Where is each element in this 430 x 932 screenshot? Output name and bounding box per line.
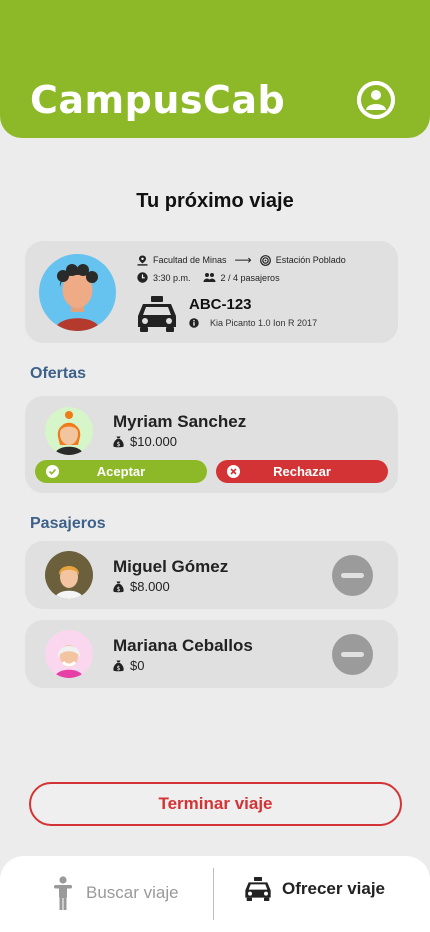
- reject-button[interactable]: Rechazar: [216, 460, 388, 483]
- passengers-label: Pasajeros: [30, 515, 106, 532]
- svg-text:$: $: [117, 586, 121, 593]
- money-bag-icon: $: [113, 660, 124, 672]
- offer-price: $ $10.000: [113, 434, 177, 449]
- nav-search-trip[interactable]: Buscar viaje: [52, 876, 179, 910]
- profile-button[interactable]: [357, 81, 395, 119]
- trip-origin: Facultad de Minas: [153, 255, 227, 265]
- trip-seats: 2 / 4 pasajeros: [220, 272, 280, 283]
- avatar: [45, 630, 93, 678]
- car-model: Kia Picanto 1.0 Ion R 2017: [210, 318, 318, 328]
- trip-destination: Estación Poblado: [275, 255, 346, 265]
- money-bag-icon: $: [113, 436, 124, 448]
- passenger-name: Miguel Gómez: [113, 557, 229, 576]
- car-plate: ABC-123: [189, 296, 252, 313]
- app-title: CampusCab: [30, 78, 286, 122]
- nav-offer-trip[interactable]: Ofrecer viaje: [244, 876, 385, 902]
- accept-button[interactable]: Aceptar: [35, 460, 207, 483]
- passenger-price: $ $0: [113, 658, 144, 673]
- trip-route: Facultad de Minas ⟶ Estación Poblado: [137, 253, 346, 267]
- offers-label: Ofertas: [30, 365, 87, 382]
- svg-text:$: $: [117, 665, 121, 672]
- clock-icon: [137, 272, 148, 283]
- end-trip-button[interactable]: Terminar viaje: [29, 782, 402, 826]
- info-icon: [189, 318, 199, 328]
- remove-passenger-button[interactable]: [332, 634, 373, 675]
- route-arrow-icon: ⟶: [234, 253, 252, 267]
- taxi-icon: [138, 296, 176, 332]
- group-icon: [203, 273, 216, 282]
- app-header: CampusCab: [0, 0, 430, 138]
- trip-card: Facultad de Minas ⟶ Estación Poblado 3:3…: [25, 241, 398, 343]
- section-title-next-trip: Tu próximo viaje: [136, 190, 294, 212]
- offer-passenger-name: Myriam Sanchez: [113, 412, 247, 431]
- trip-time: 3:30 p.m.: [153, 272, 191, 283]
- person-icon: [54, 876, 72, 910]
- taxi-icon: [245, 877, 271, 901]
- svg-text:$: $: [117, 441, 121, 448]
- avatar: [45, 407, 93, 455]
- passenger-card: Miguel Gómez $ $8.000: [25, 541, 398, 609]
- passenger-name: Mariana Ceballos: [113, 636, 253, 655]
- car-model-row: Kia Picanto 1.0 Ion R 2017: [189, 318, 317, 328]
- avatar: [45, 551, 93, 599]
- trip-time-seats: 3:30 p.m. 2 / 4 pasajeros: [137, 272, 280, 283]
- money-bag-icon: $: [113, 581, 124, 593]
- user-icon: [357, 81, 395, 119]
- driver-avatar: [39, 254, 116, 331]
- check-icon: [46, 465, 59, 478]
- x-icon: [227, 465, 240, 478]
- remove-passenger-button[interactable]: [332, 555, 373, 596]
- radar-icon: [259, 254, 271, 266]
- bottom-nav: Buscar viaje Ofrecer viaje: [0, 856, 430, 932]
- passenger-card: Mariana Ceballos $ $0: [25, 620, 398, 688]
- location-pin-icon: [137, 255, 148, 266]
- passenger-price: $ $8.000: [113, 579, 170, 594]
- offer-card: Myriam Sanchez $ $10.000 Aceptar Rechaza…: [25, 396, 398, 493]
- nav-divider: [213, 868, 214, 920]
